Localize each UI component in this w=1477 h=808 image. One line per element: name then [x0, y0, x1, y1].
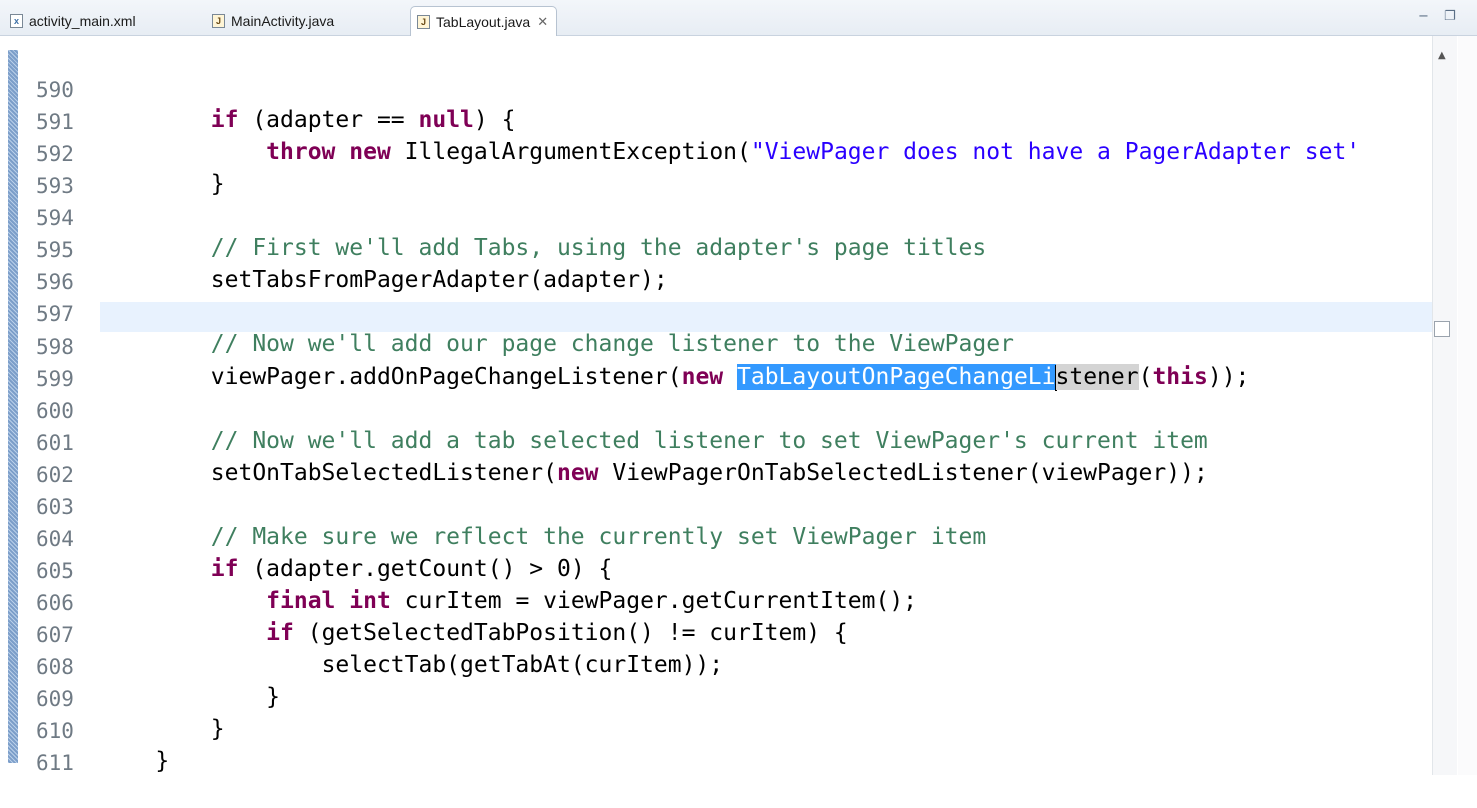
xml-file-icon: x — [10, 14, 23, 28]
code-line: 606 if (getSelectedTabPosition() != curI… — [0, 558, 1440, 646]
code-line: 591 throw new IllegalArgumentException("… — [0, 77, 1440, 165]
vertical-scrollbar[interactable] — [1432, 36, 1457, 775]
tab-label: activity_main.xml — [29, 13, 136, 29]
code-line: 602 — [0, 430, 1440, 487]
code-line: 595 setTabsFromPagerAdapter(adapter); — [0, 205, 1440, 293]
code-line: 592 } — [0, 109, 1440, 197]
current-code-line: 598 viewPager.addOnPageChangeListener(ne… — [36, 302, 1440, 391]
code-line: 599 — [0, 334, 1440, 391]
tab-tablayout-java[interactable]: J TabLayout.java ✕ — [410, 6, 558, 36]
code-line: 594 // First we'll add Tabs, using the a… — [0, 173, 1440, 261]
code-line: 611 — [0, 718, 1440, 775]
tab-activity-main-xml[interactable]: x activity_main.xml — [4, 6, 144, 36]
java-file-icon: J — [417, 14, 430, 29]
occurrence-marker-icon[interactable] — [1434, 321, 1450, 337]
code-line: 609 } — [0, 654, 1440, 742]
editor-tab-bar: x activity_main.xml J MainActivity.java … — [0, 0, 1477, 36]
tab-label: MainActivity.java — [231, 13, 335, 29]
maximize-icon[interactable]: ❐ — [1444, 9, 1456, 24]
java-file-icon: J — [212, 14, 225, 28]
code-line: 590 if (adapter == null) { — [0, 45, 1440, 133]
code-line: 596 — [0, 237, 1440, 294]
code-line: 603 // Make sure we reflect the currentl… — [0, 462, 1440, 550]
code-line: 608 } — [0, 622, 1440, 710]
code-line: 597 // Now we'll add our page change lis… — [0, 269, 1440, 357]
code-line: 600 // Now we'll add a tab selected list… — [0, 366, 1440, 454]
code-editor[interactable]: 590 if (adapter == null) { 591 throw new… — [0, 36, 1477, 775]
code-line: 607 selectTab(getTabAt(curItem)); — [0, 590, 1440, 678]
code-line: 601 setOnTabSelectedListener(new ViewPag… — [0, 398, 1440, 486]
code-line: 605 final int curItem = viewPager.getCur… — [0, 526, 1440, 614]
code-text: } — [155, 748, 170, 774]
close-icon[interactable]: ✕ — [537, 14, 548, 30]
tab-mainactivity-java[interactable]: J MainActivity.java — [206, 6, 342, 36]
code-line: 610 } — [0, 686, 1440, 774]
code-line: 604 if (adapter.getCount() > 0) { — [0, 494, 1440, 582]
minimize-icon[interactable]: − — [1418, 9, 1429, 24]
line-number: 611 — [36, 751, 74, 775]
tab-label: TabLayout.java — [436, 13, 531, 30]
code-line: 593 — [0, 141, 1440, 198]
overview-ruler[interactable] — [1458, 36, 1477, 775]
scroll-up-arrow-icon[interactable]: ▲ — [1438, 50, 1446, 61]
line-number: 597 — [36, 302, 74, 326]
